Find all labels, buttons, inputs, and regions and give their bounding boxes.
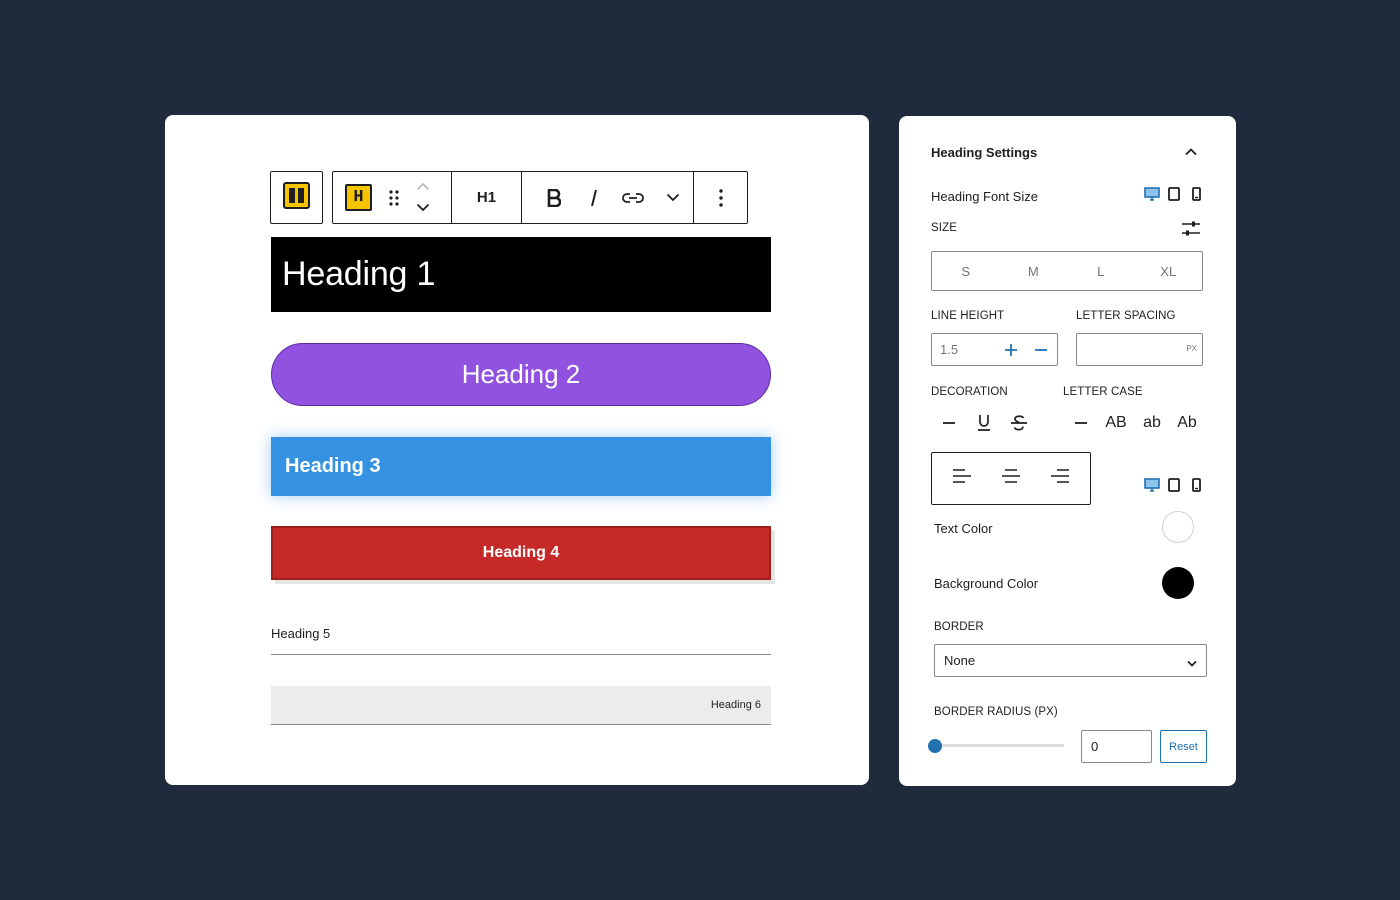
select-parent-block-button[interactable] [270,171,323,224]
heading-1-block[interactable]: Heading 1 [271,237,771,312]
case-capitalize-button[interactable]: Ab [1173,412,1201,434]
move-down-icon[interactable] [416,199,430,217]
heading-3-block[interactable]: Heading 3 [271,437,771,496]
decrement-minus-icon[interactable] [1026,335,1056,365]
tablet-icon[interactable] [1166,186,1182,202]
case-none-dash-icon[interactable] [1071,412,1091,434]
line-height-input[interactable]: 1.5 [940,342,996,357]
strikethrough-icon[interactable] [1008,412,1030,434]
heading-settings-panel: Heading Settings Heading Font Size SIZE … [899,116,1236,786]
panel-title: Heading Settings [931,145,1038,160]
text-color-label: Text Color [934,521,993,536]
text-color-swatch[interactable] [1162,511,1194,543]
decoration-label: DECORATION [931,386,1008,398]
align-center-icon[interactable] [1001,467,1021,490]
letter-spacing-label: LETTER SPACING [1076,310,1176,322]
heading-4-block[interactable]: Heading 4 [271,526,771,580]
link-icon[interactable] [614,180,654,216]
more-chevron-icon[interactable] [653,180,693,216]
heading-2-text: Heading 2 [461,359,581,389]
border-radius-value: 0 [1091,739,1099,754]
border-radius-input[interactable]: 0 [1081,730,1152,763]
italic-icon[interactable] [574,180,614,216]
size-label: SIZE [931,222,957,234]
underline-icon[interactable] [974,412,994,434]
letter-spacing-input[interactable]: PX [1076,333,1203,366]
heading-1-text: Heading 1 [282,255,436,293]
move-up-icon[interactable] [416,178,430,196]
options-kebab-icon[interactable] [718,180,723,216]
letter-spacing-unit: PX [1186,344,1197,353]
heading-level-button[interactable]: H1 [477,180,496,216]
border-style-value: None [944,653,976,668]
border-radius-label: BORDER RADIUS (PX) [934,706,1058,718]
heading-level-group: H1 [452,172,522,223]
mobile-icon[interactable] [1188,477,1204,493]
case-uppercase-button[interactable]: AB [1101,412,1131,434]
heading-3-text: Heading 3 [285,455,381,477]
align-right-icon[interactable] [1050,467,1070,490]
mobile-icon[interactable] [1188,186,1204,202]
heading-2-block[interactable]: Heading 2 [271,343,771,406]
letter-case-label: LETTER CASE [1063,386,1143,398]
size-options-group: S M L XL [931,251,1203,291]
heading-5-text: Heading 5 [271,626,331,641]
size-option-xl[interactable]: XL [1135,252,1203,290]
drag-handle-icon[interactable] [382,180,406,216]
heading-block-letter: H [353,188,364,207]
font-size-label: Heading Font Size [931,189,1038,204]
border-radius-slider-track[interactable] [934,744,1064,747]
block-toolbar: H H1 [332,171,748,224]
heading-4-text: Heading 4 [482,544,560,561]
format-group [522,172,694,223]
none-dash-icon[interactable] [939,412,959,434]
reset-button[interactable]: Reset [1160,730,1207,763]
size-option-s[interactable]: S [932,252,1000,290]
bold-icon[interactable] [534,180,574,216]
border-radius-slider-thumb[interactable] [928,739,942,753]
collapse-chevron-icon[interactable] [1181,142,1201,162]
tablet-icon[interactable] [1166,477,1182,493]
block-tools-group: H [333,172,452,223]
options-group [694,172,747,223]
size-option-m[interactable]: M [1000,252,1068,290]
border-label: BORDER [934,621,984,633]
font-size-device-switcher [1144,186,1204,202]
case-lowercase-button[interactable]: ab [1139,412,1165,434]
size-option-l[interactable]: L [1067,252,1135,290]
chevron-down-icon [1187,655,1197,670]
border-style-select[interactable]: None [934,644,1207,677]
heading-block-icon[interactable]: H [345,184,372,211]
increment-plus-icon[interactable] [996,335,1026,365]
heading-6-block[interactable]: Heading 6 [271,686,771,725]
text-alignment-group [931,452,1091,505]
heading-6-text: Heading 6 [710,699,761,711]
line-height-label: LINE HEIGHT [931,310,1005,322]
heading-5-block[interactable]: Heading 5 [271,617,771,655]
background-color-label: Background Color [934,576,1039,591]
columns-block-icon [283,181,310,214]
line-height-control: 1.5 [931,333,1058,366]
background-color-swatch[interactable] [1162,567,1194,599]
desktop-icon[interactable] [1144,477,1160,493]
editor-canvas: H H1 Heading 1 Heading 2 Heading 3 Headi… [165,115,869,785]
custom-size-sliders-icon[interactable] [1181,220,1201,243]
align-left-icon[interactable] [952,467,972,490]
alignment-device-switcher [1144,477,1204,493]
desktop-icon[interactable] [1144,186,1160,202]
block-mover [410,178,436,217]
